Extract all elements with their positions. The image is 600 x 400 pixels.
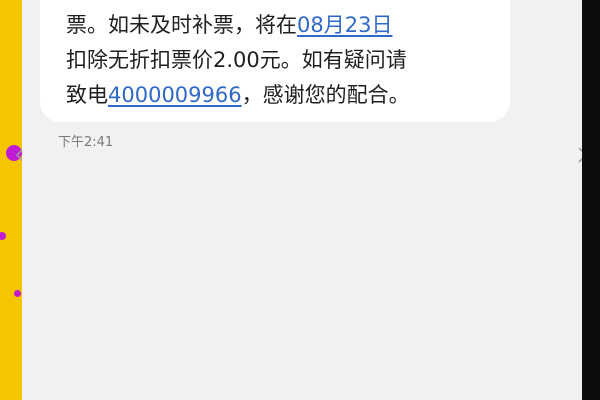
message-line-3-prefix: 致电 [66,83,108,107]
phone-link[interactable]: 4000009966 [108,83,242,107]
message-text: 票。如未及时补票，将在08月23日 扣除无折扣票价2.00元。如有疑问请 致电4… [66,8,496,113]
decorative-dot [0,232,6,240]
message-timestamp: 下午2:41 [58,135,114,150]
message-line-1: 票。如未及时补票，将在08月23日 [66,8,496,43]
message-line-3-suffix: ，感谢您的配合。 [241,83,410,107]
message-line-1-text: 票。如未及时补票，将在 [66,13,297,37]
right-background-edge [582,0,600,400]
message-bubble: 票。如未及时补票，将在08月23日 扣除无折扣票价2.00元。如有疑问请 致电4… [40,0,510,122]
message-line-3: 致电4000009966，感谢您的配合。 [66,78,496,113]
message-line-2: 扣除无折扣票价2.00元。如有疑问请 [66,48,407,72]
decorative-dot [14,290,21,297]
date-link[interactable]: 08月23日 [297,13,392,37]
message-screen: 票。如未及时补票，将在08月23日 扣除无折扣票价2.00元。如有疑问请 致电4… [22,0,582,400]
left-background-decoration [0,0,22,400]
